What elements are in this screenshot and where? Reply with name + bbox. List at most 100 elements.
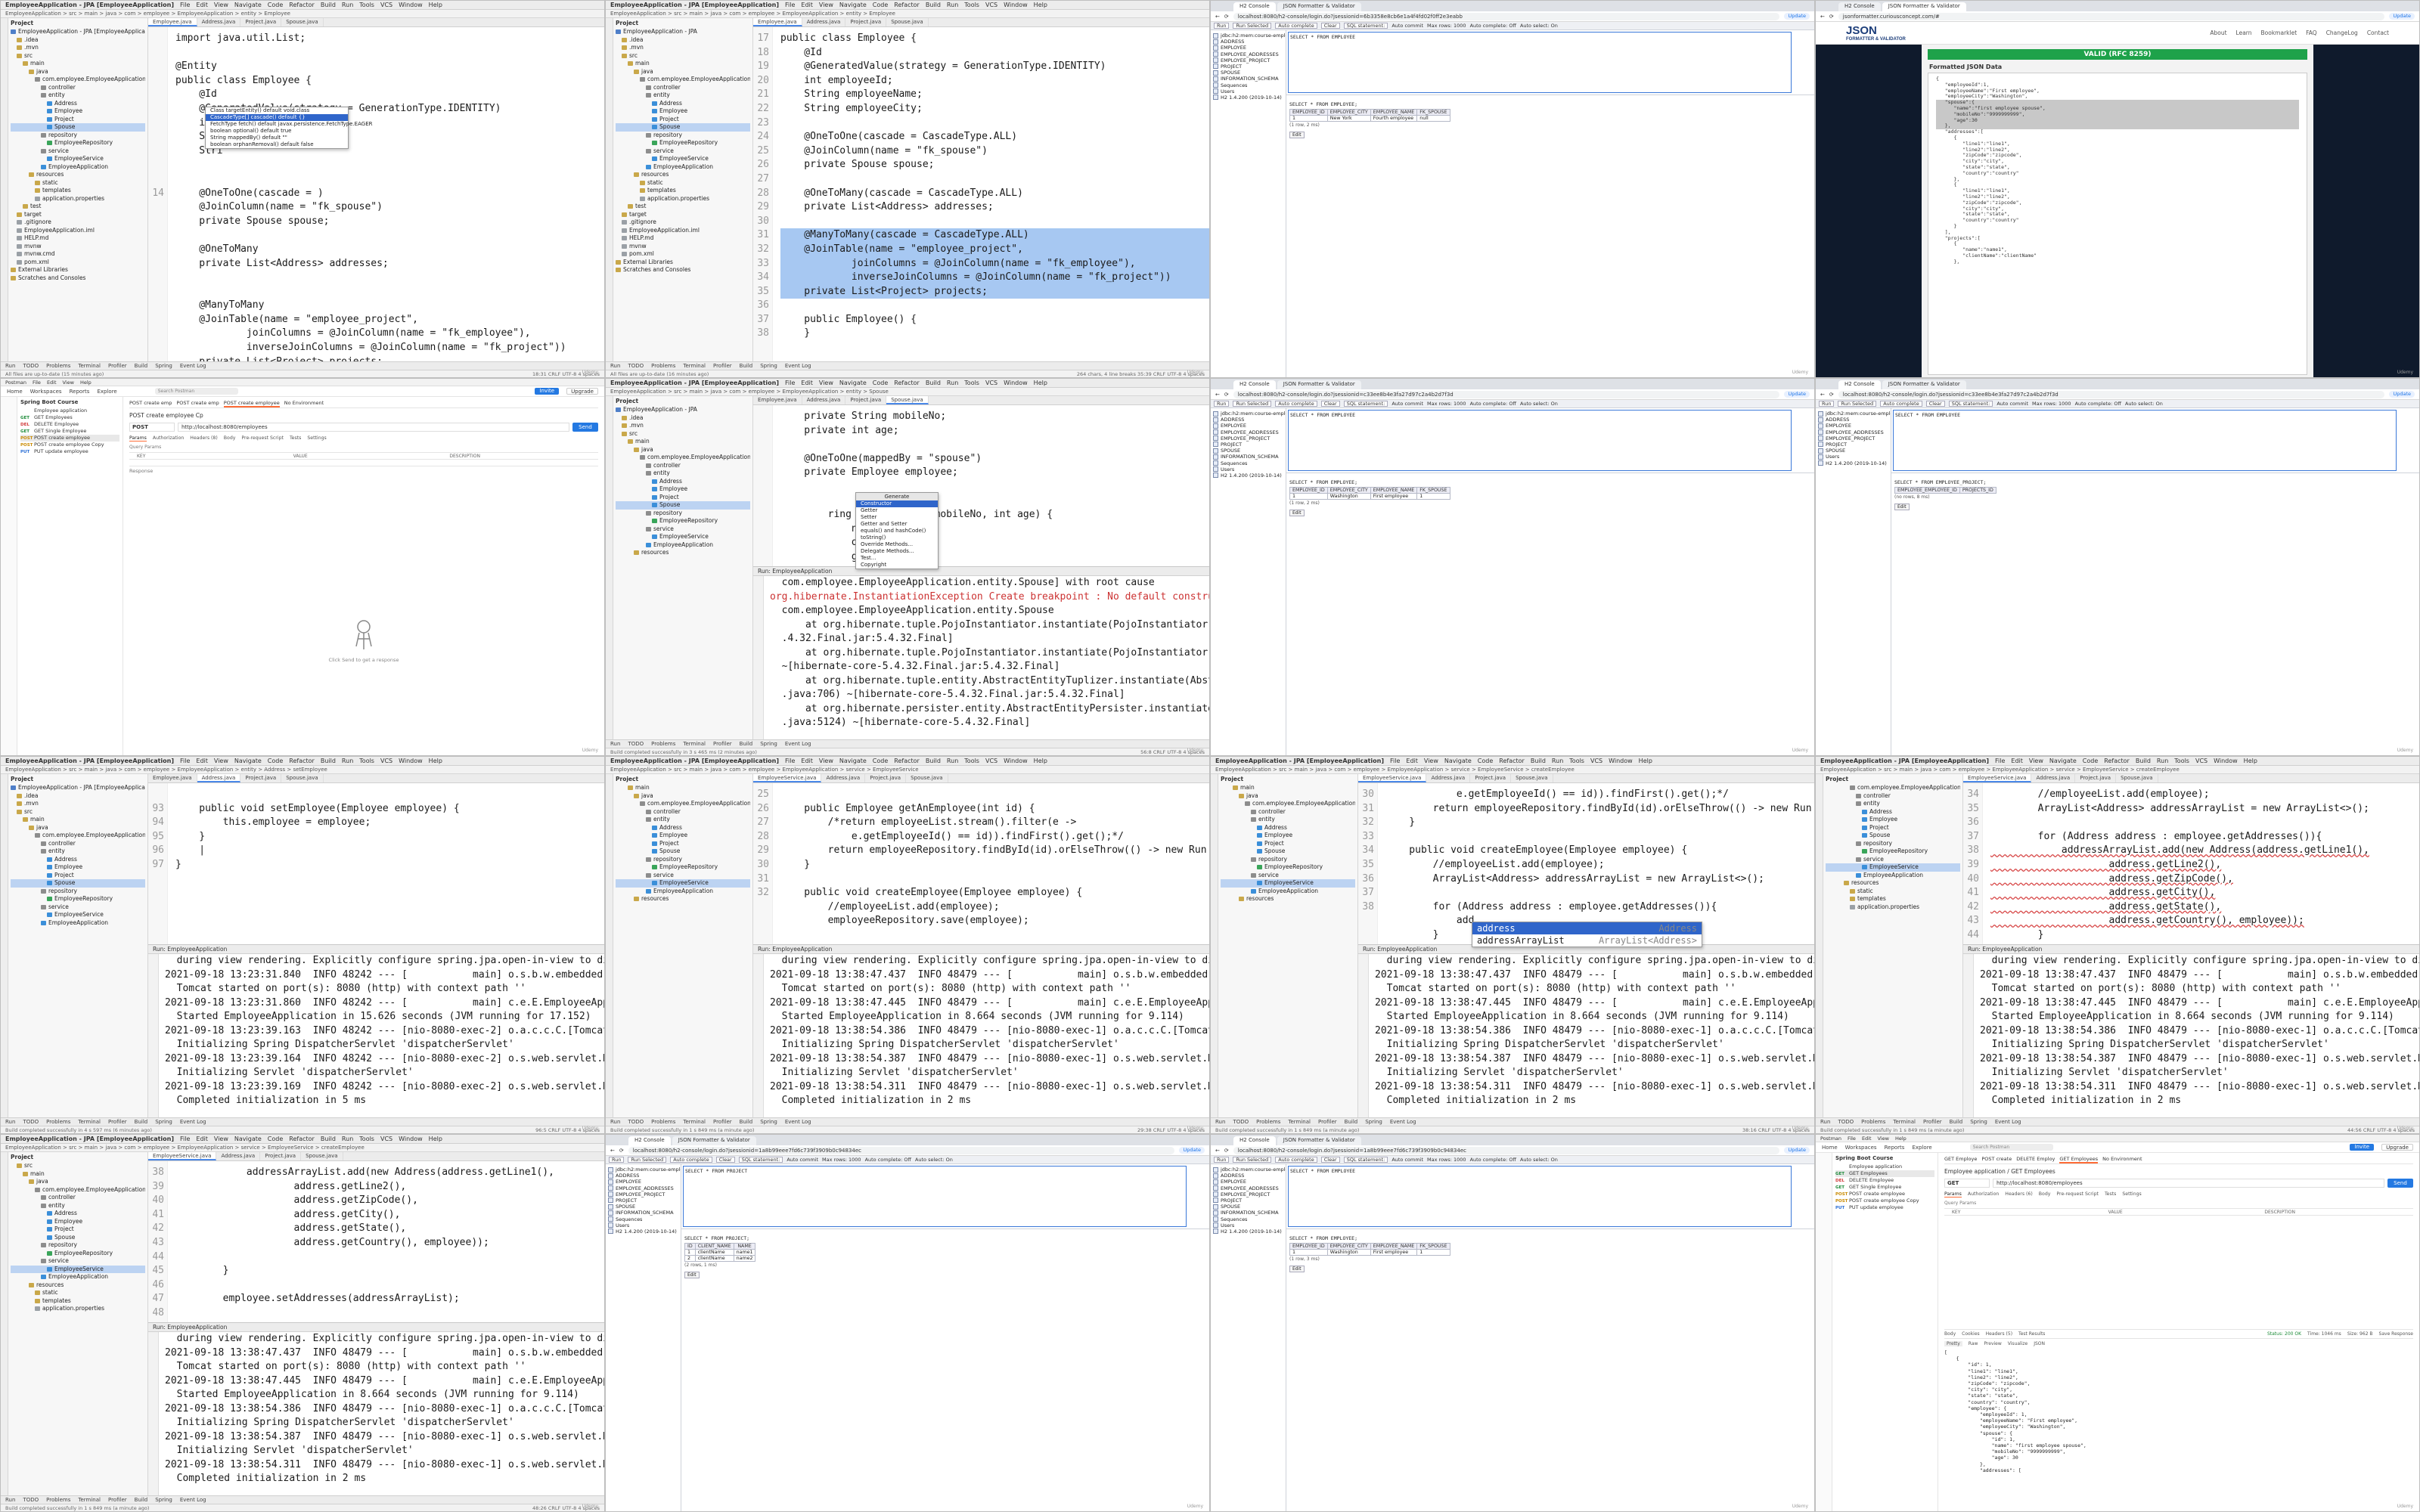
menu-view[interactable]: View [819,2,833,8]
menu-window[interactable]: Window [1609,758,1633,764]
tree-node[interactable]: service [11,903,145,912]
url-field[interactable]: localhost:8080/h2-console/login.do?jsess… [1233,12,1780,20]
tree-node[interactable]: service [11,147,145,156]
menu-view[interactable]: View [819,380,833,386]
subtab[interactable]: Authorization [1968,1191,1999,1198]
tree-node[interactable]: service [616,872,750,880]
code-area[interactable]: private String mobileNo; private int age… [753,405,1209,566]
schema-node[interactable]: INFORMATION_SCHEMA [1213,1210,1283,1216]
tool-run[interactable]: Run [610,1119,620,1125]
schema-node[interactable]: EMPLOYEE_PROJECT [1213,435,1283,442]
schema-node[interactable]: ADDRESS [1213,417,1283,423]
search-input[interactable]: Search Postman [1969,1144,2053,1151]
schema-node[interactable]: Users [608,1222,678,1228]
tree-node[interactable]: .mvn [11,800,145,808]
console-output[interactable]: during view rendering. Explicitly config… [159,1332,604,1504]
method-select[interactable]: GET [1944,1179,1990,1188]
tree-node[interactable]: Employee [11,1218,145,1226]
tree-node[interactable]: mvnw [11,243,145,251]
tree-node[interactable]: com.employee.EmployeeApplication [11,1186,145,1194]
menu-edit[interactable]: Edit [196,758,208,764]
toolbar-button[interactable]: SQL statement: [1948,401,1993,407]
tree-node[interactable]: resources [11,171,145,179]
schema-node[interactable]: ADDRESS [1818,417,1888,423]
tree-node[interactable]: src [11,808,145,816]
menu-navigate[interactable]: Navigate [234,1136,262,1142]
os-menu-item[interactable]: Postman [5,380,26,386]
editor-tab[interactable]: Spouse.java [886,18,929,26]
code-lines[interactable]: //employeeList.add(employee); ArrayList<… [1983,783,2419,944]
tree-node[interactable]: templates [11,1297,145,1306]
menu-run[interactable]: Run [947,380,958,386]
update-button[interactable]: Update [1784,13,1810,20]
tree-node[interactable]: resources [11,1281,145,1290]
tool-todo[interactable]: TODO [23,1497,39,1503]
column-header[interactable]: NAME [733,1243,756,1250]
toolbar-button[interactable]: Run [609,1157,625,1163]
toolbar-button[interactable]: SQL statement: [1343,23,1388,29]
tool-build[interactable]: Build [135,1497,148,1503]
schema-node[interactable]: H2 1.4.200 (2019-10-14) [608,1228,678,1235]
url-input[interactable]: http://localhost:8080/employees [1993,1179,2384,1188]
tool-profiler[interactable]: Profiler [1923,1119,1942,1125]
tree-node[interactable]: Project [616,116,750,124]
tool-profiler[interactable]: Profiler [713,1119,732,1125]
tool-build[interactable]: Build [135,1119,148,1125]
menu-tools[interactable]: Tools [359,1136,374,1142]
editor-tab[interactable]: Project.java [240,774,282,782]
nav-explore[interactable]: Explore [1912,1145,1931,1151]
tree-node[interactable]: templates [616,187,750,195]
url-field[interactable]: localhost:8080/h2-console/login.do?jsess… [628,1146,1175,1154]
console-toolbar[interactable] [148,1332,159,1504]
editor-tab[interactable]: EmployeeService.java [1963,774,2032,782]
menu-help[interactable]: Help [1034,2,1047,8]
tool-window-stripe[interactable] [606,774,613,1126]
subtab[interactable]: Body [224,435,236,442]
tool-event-log[interactable]: Event Log [785,741,811,747]
toolbar-option[interactable]: Auto complete: Off [1470,401,1516,407]
toolbar-button[interactable]: Run Selected [1233,23,1272,29]
tree-node[interactable]: controller [1221,808,1355,816]
browser-tab[interactable]: JSON Formatter & Validator [672,1136,756,1145]
subtab[interactable]: Authorization [153,435,184,442]
tree-node[interactable]: Project [11,116,145,124]
tool-event-log[interactable]: Event Log [180,1119,206,1125]
tree-node[interactable]: main [11,60,145,68]
tool-spring[interactable]: Spring [155,1497,172,1503]
tool-event-log[interactable]: Event Log [1390,1119,1416,1125]
tool-spring[interactable]: Spring [155,1119,172,1125]
schema-node[interactable]: INFORMATION_SCHEMA [1213,454,1283,460]
tool-todo[interactable]: TODO [23,1119,39,1125]
editor-tab[interactable]: EmployeeService.java [148,1152,217,1160]
sql-input[interactable]: SELECT * FROM EMPLOYEE [1288,1166,1792,1227]
menu-navigate[interactable]: Navigate [1444,758,1472,764]
reload-icon[interactable]: ⟳ [619,1148,624,1154]
menu-vcs[interactable]: VCS [380,1136,392,1142]
menu-run[interactable]: Run [342,2,353,8]
menu-code[interactable]: Code [873,758,888,764]
sql-input[interactable]: SELECT * FROM EMPLOYEE [1288,410,1792,471]
toolbar-option[interactable]: Max rows: 1000 [2032,401,2071,407]
menu-help[interactable]: Help [1639,758,1652,764]
menu-edit[interactable]: Edit [2011,758,2023,764]
editor-tab[interactable]: Employee.java [753,396,802,404]
toolbar-option[interactable]: Auto complete: Off [865,1157,911,1163]
menu-file[interactable]: File [180,1136,190,1142]
editor-tab[interactable]: EmployeeService.java [753,774,822,782]
console-output[interactable]: during view rendering. Explicitly config… [764,954,1209,1126]
tree-node[interactable]: target [11,211,145,219]
schema-node[interactable]: EMPLOYEE [1818,423,1888,429]
browser-tab[interactable]: JSON Formatter & Validator [1882,380,1966,389]
autocomplete-item[interactable]: addressArrayList ArrayList<Address> [1472,934,1702,947]
menu-refactor[interactable]: Refactor [289,2,315,8]
tool-run[interactable]: Run [5,1119,15,1125]
editor-tab[interactable]: Address.java [2031,774,2076,782]
schema-node[interactable]: EMPLOYEE_PROJECT [1818,435,1888,442]
tree-node[interactable]: main [11,1170,145,1179]
tree-node[interactable]: controller [11,840,145,848]
tool-event-log[interactable]: Event Log [180,1497,206,1503]
schema-node[interactable]: jdbc:h2:mem:course-employee [1818,411,1891,417]
schema-node[interactable]: SPOUSE [1818,448,1888,454]
editor-tab[interactable]: Address.java [802,18,846,26]
collection-item[interactable]: POST POST create employee [20,435,119,442]
